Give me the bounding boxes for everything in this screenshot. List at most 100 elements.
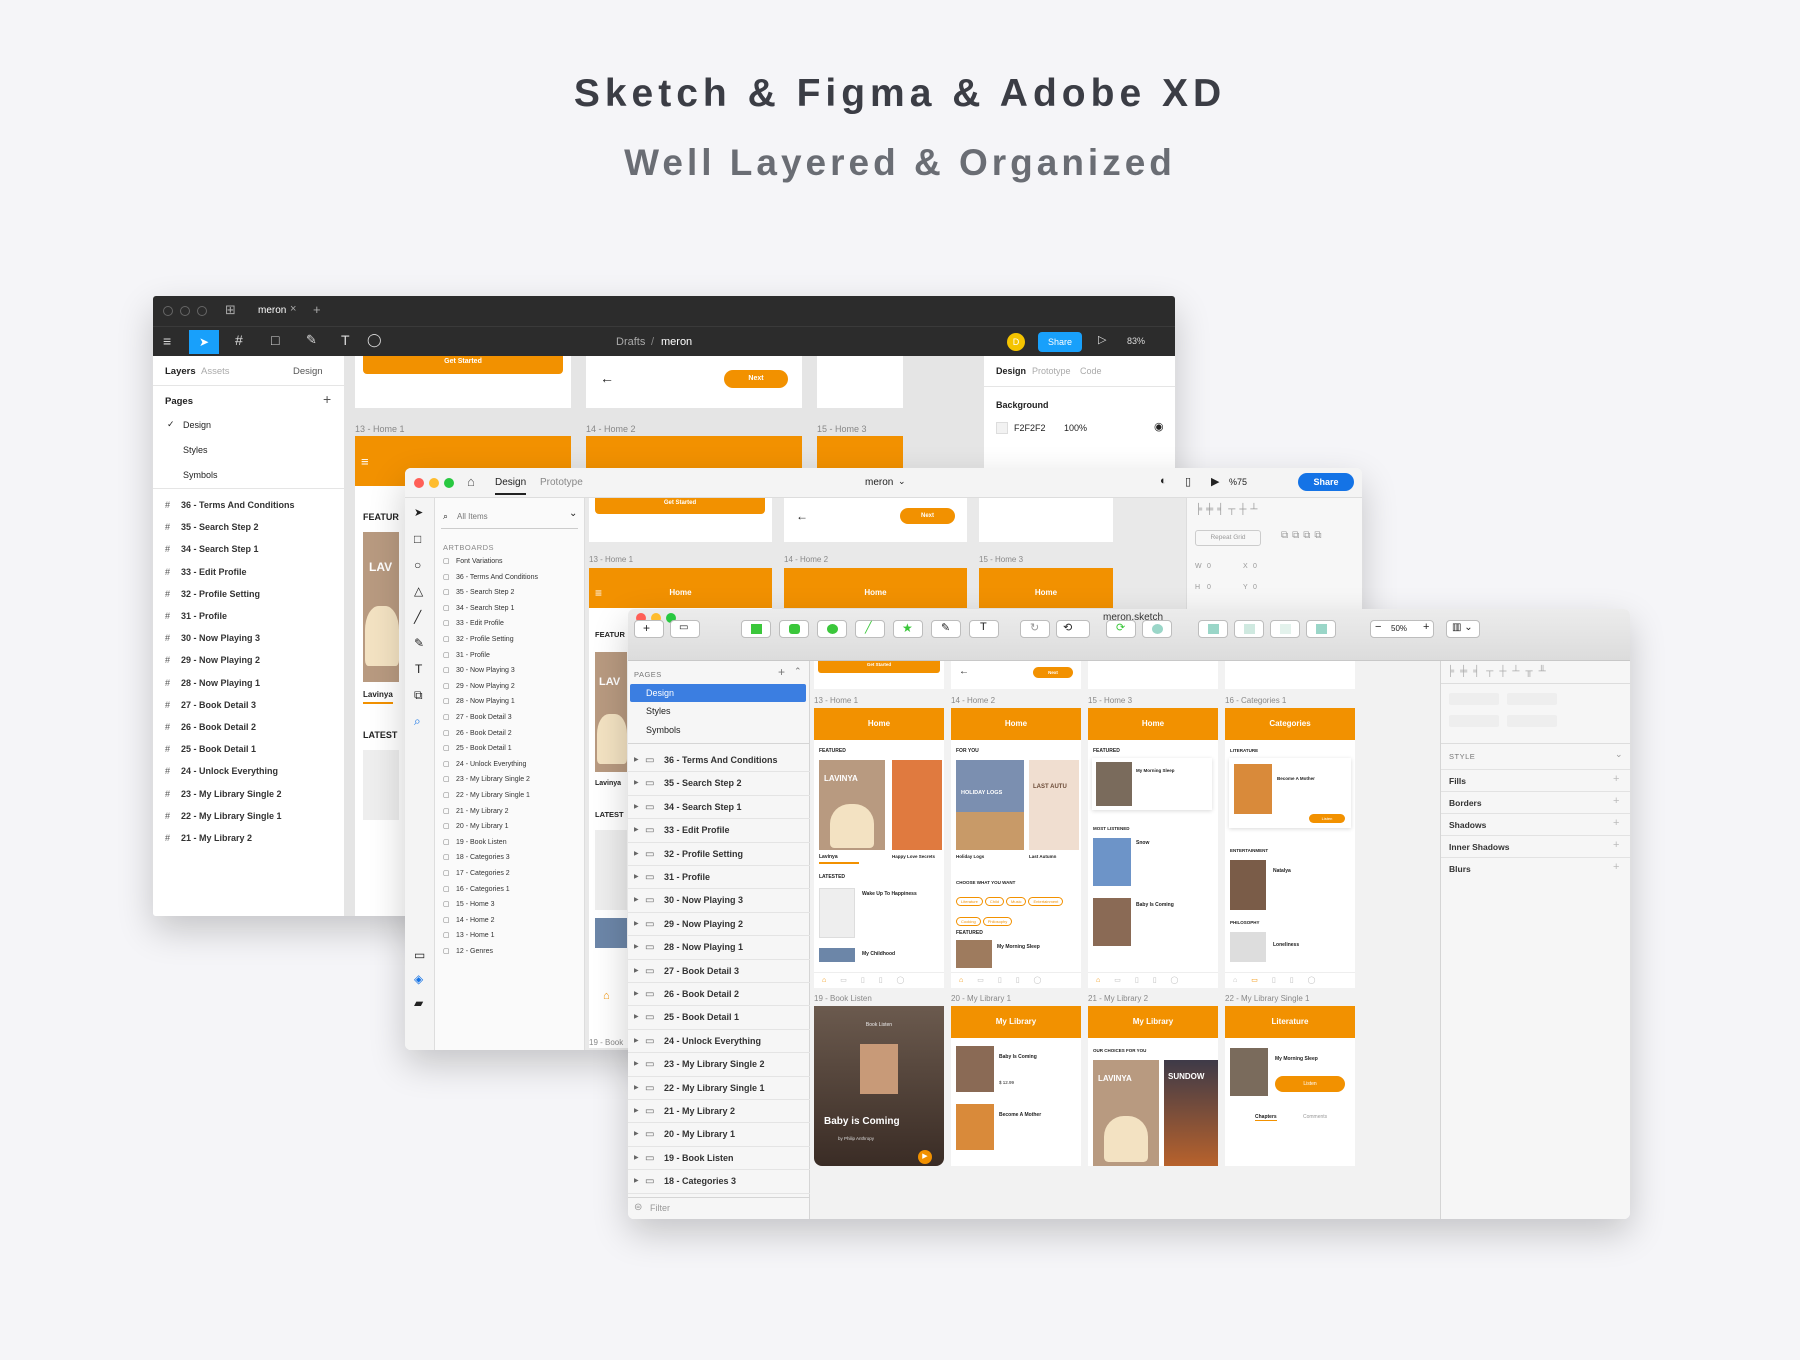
rotate-button[interactable]: ↻ [1020, 620, 1050, 638]
artboard-item[interactable]: ▢ 33 - Edit Profile [435, 619, 504, 627]
artboard-item[interactable]: ▢ 31 - Profile [435, 651, 490, 659]
disclosure-icon[interactable]: ▶ [634, 1077, 639, 1100]
rect-button[interactable] [741, 620, 771, 638]
back-arrow-icon[interactable]: ← [959, 666, 969, 677]
layer-item[interactable]: #22 - My Library Single 1 [153, 811, 282, 821]
insert-button[interactable]: + [634, 620, 664, 638]
artboard-item[interactable]: ▢ 21 - My Library 2 [435, 807, 509, 815]
layers-icon[interactable]: ◈ [414, 972, 423, 986]
union-button[interactable] [1198, 620, 1228, 638]
layer-item[interactable]: ▶ ▭ 36 - Terms And Conditions [628, 749, 810, 773]
artboard-item[interactable]: ▢ 35 - Search Step 2 [435, 588, 514, 596]
mask-button[interactable] [1142, 620, 1172, 638]
layer-item[interactable]: ▶ ▭ 29 - Now Playing 2 [628, 913, 810, 937]
layer-item[interactable]: ▶ ▭ 24 - Unlock Everything [628, 1030, 810, 1054]
search-input[interactable]: All Items [457, 512, 488, 521]
chevron-down-icon[interactable]: ⌄ [898, 476, 906, 487]
layer-item[interactable]: #25 - Book Detail 1 [153, 744, 256, 754]
zoom-tool-icon[interactable]: ⌕ [414, 714, 421, 729]
bg-hex[interactable]: F2F2F2 [1014, 423, 1046, 433]
hamburger-icon[interactable]: ≡ [595, 586, 602, 600]
category-chip[interactable]: Child [984, 897, 1005, 906]
artboard-item[interactable]: ▢ 20 - My Library 1 [435, 822, 509, 830]
file-tab[interactable]: meron [258, 305, 286, 316]
select-tool-icon[interactable]: ➤ [414, 506, 423, 519]
new-tab-icon[interactable]: + [313, 302, 321, 317]
share-button[interactable]: Share [1038, 332, 1082, 352]
tab-code[interactable]: Code [1080, 366, 1102, 376]
line-tool-icon[interactable]: ╱ [414, 610, 421, 624]
layer-item[interactable]: #21 - My Library 2 [153, 833, 252, 843]
artboard-item[interactable]: ▢ 26 - Book Detail 2 [435, 729, 512, 737]
disclosure-icon[interactable]: ▶ [634, 960, 639, 983]
h-field[interactable] [1507, 715, 1557, 727]
artboard-item[interactable]: ▢ 13 - Home 1 [435, 931, 495, 939]
view-button[interactable]: ▭ [670, 620, 700, 638]
layer-item[interactable]: #34 - Search Step 1 [153, 544, 259, 554]
move-tool-icon[interactable]: ➤ [189, 330, 219, 354]
add-page-icon[interactable]: + [778, 665, 785, 679]
pen-tool-icon[interactable]: ✎ [414, 636, 424, 650]
align-icons[interactable]: ╞╪╡┬┼┴ [1195, 504, 1262, 515]
artboard-item[interactable]: ▢ 27 - Book Detail 3 [435, 713, 512, 721]
layer-item[interactable]: #27 - Book Detail 3 [153, 700, 256, 710]
add-style-icon[interactable]: + [1613, 839, 1619, 851]
eye-icon[interactable]: ◉ [1154, 420, 1164, 433]
home-tab-icon[interactable]: ⌂ [603, 990, 610, 1002]
style-section[interactable]: Borders + [1441, 791, 1630, 813]
style-section[interactable]: Shadows + [1441, 813, 1630, 835]
layer-item[interactable]: ▶ ▭ 22 - My Library Single 1 [628, 1077, 810, 1100]
disclosure-icon[interactable]: ▶ [634, 936, 639, 959]
breadcrumb-file[interactable]: meron [661, 336, 692, 348]
line-button[interactable]: ╱ [855, 620, 885, 638]
rect-tool-icon[interactable]: □ [271, 332, 279, 348]
zoom-in-icon[interactable]: + [1423, 621, 1429, 633]
star-button[interactable]: ★ [893, 620, 923, 638]
comment-tool-icon[interactable]: ◯ [367, 332, 382, 348]
intersect-button[interactable] [1270, 620, 1300, 638]
disclosure-icon[interactable]: ▶ [634, 1123, 639, 1146]
tab-design[interactable]: Design [495, 477, 527, 495]
zoom-control[interactable]: − 50% + [1370, 620, 1434, 638]
layer-item[interactable]: #35 - Search Step 2 [153, 522, 259, 532]
back-arrow-icon[interactable]: ← [600, 370, 614, 386]
oval-button[interactable] [817, 620, 847, 638]
layer-item[interactable]: #23 - My Library Single 2 [153, 789, 282, 799]
disclosure-icon[interactable]: ▶ [634, 1147, 639, 1170]
artboard-item[interactable]: ▢ 12 - Genres [435, 947, 493, 955]
x-field[interactable] [1449, 693, 1499, 705]
assets-icon[interactable]: ▭ [414, 948, 425, 962]
rounded-rect-button[interactable] [779, 620, 809, 638]
disclosure-icon[interactable]: ▶ [634, 1006, 639, 1029]
tab-layers[interactable]: Layers [165, 366, 196, 377]
artboard-item[interactable]: ▢ 16 - Categories 1 [435, 885, 510, 893]
category-chip[interactable]: Music [1006, 897, 1027, 906]
disclosure-icon[interactable]: ▶ [634, 772, 639, 795]
add-style-icon[interactable]: + [1613, 861, 1619, 873]
tab-design-page[interactable]: Design [293, 366, 323, 377]
artboard-item[interactable]: ▢ 32 - Profile Setting [435, 635, 514, 643]
layer-item[interactable]: ▶ ▭ 20 - My Library 1 [628, 1123, 810, 1147]
artboard-item[interactable]: ▢ 19 - Book Listen [435, 838, 507, 846]
get-started-button[interactable]: Get Started [363, 356, 563, 374]
disclosure-icon[interactable]: ▶ [634, 819, 639, 842]
disclosure-icon[interactable]: ▶ [634, 796, 639, 819]
style-section[interactable]: Fills + [1441, 769, 1630, 791]
layer-item[interactable]: ▶ ▭ 21 - My Library 2 [628, 1100, 810, 1124]
collapse-pages-icon[interactable]: ⌃ [794, 666, 802, 677]
artboard-item[interactable]: ▢ 24 - Unlock Everything [435, 760, 526, 768]
layer-item[interactable]: ▶ ▭ 31 - Profile [628, 866, 810, 890]
user-icon[interactable]: ◐ [1160, 475, 1167, 487]
artboard-my-library-single-1[interactable]: Literature My Morning Sleep Listen Chapt… [1225, 1006, 1355, 1166]
zoom-out-icon[interactable]: − [1375, 621, 1381, 633]
text-button[interactable]: T [969, 620, 999, 638]
file-name[interactable]: meron [865, 477, 893, 488]
avatar[interactable]: D [1007, 333, 1025, 351]
home-icon[interactable]: ⌂ [467, 474, 475, 489]
play-button-icon[interactable]: ▶ [918, 1150, 932, 1164]
category-chip[interactable]: Literature [956, 897, 983, 906]
align-icons[interactable]: ╞╪╡┬┼┴╥╨ [1447, 666, 1552, 677]
artboard-item[interactable]: ▢ 14 - Home 2 [435, 916, 495, 924]
get-started-button[interactable]: Get Started [818, 661, 940, 673]
play-icon[interactable]: ▶ [1211, 475, 1219, 488]
